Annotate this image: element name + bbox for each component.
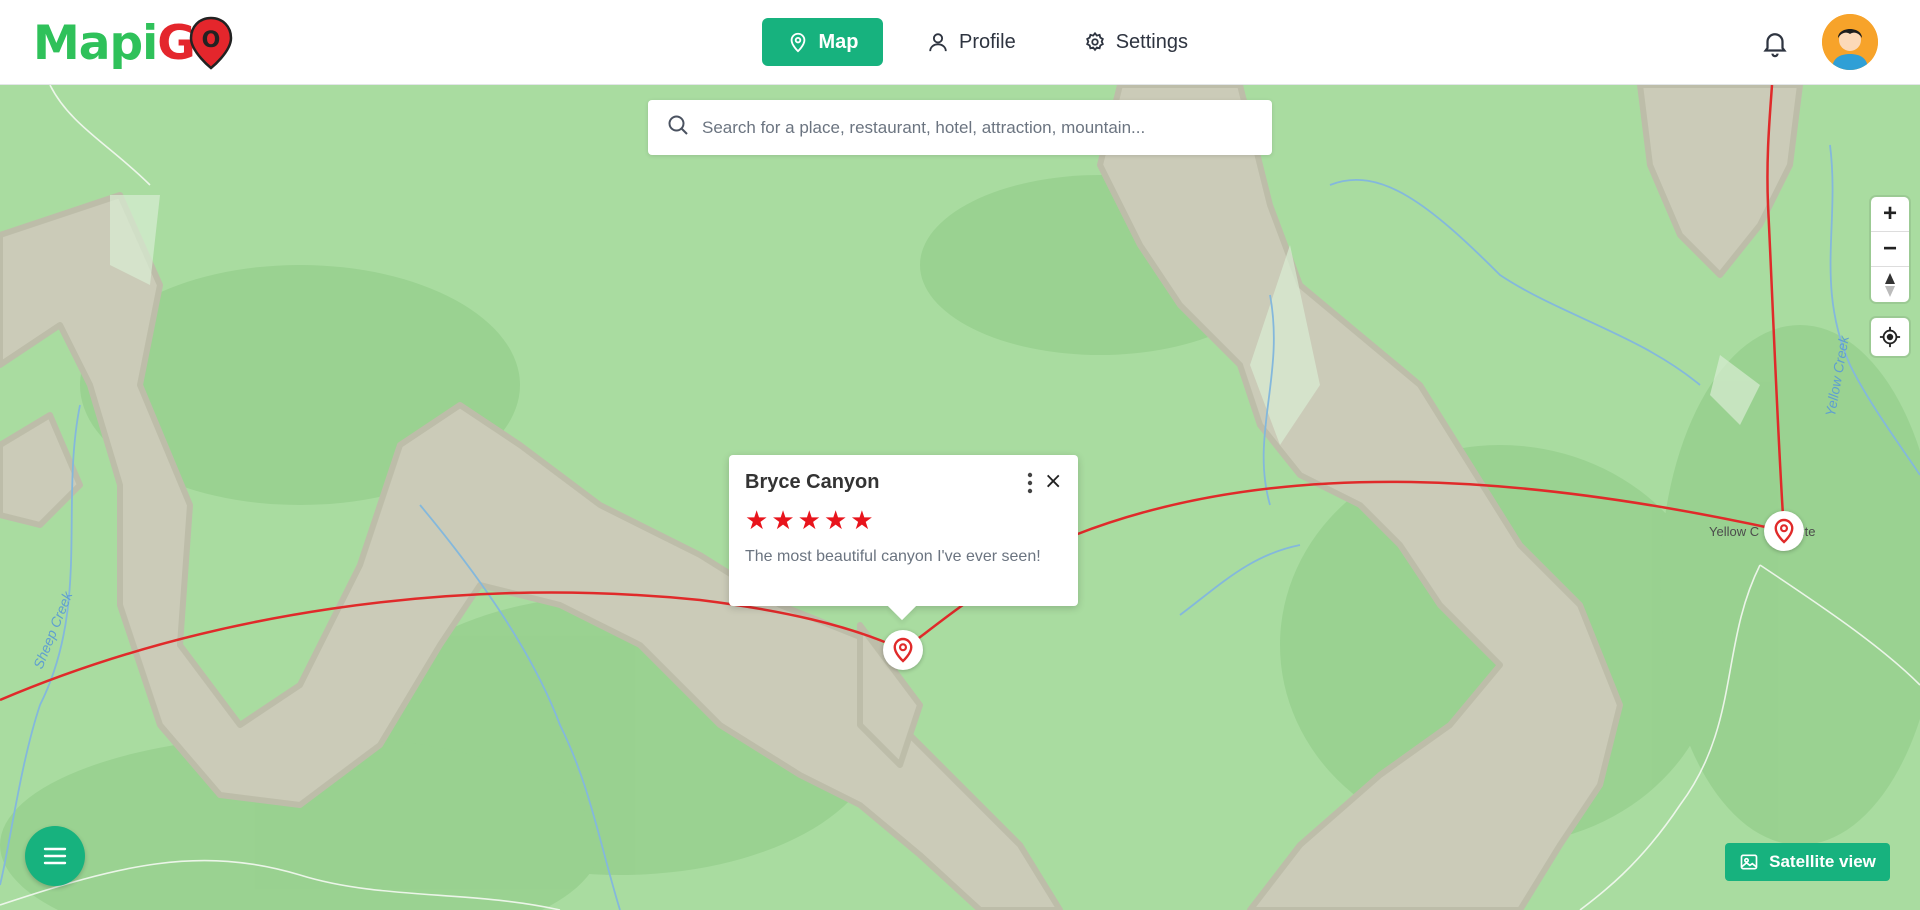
top-navigation-bar: Mapi G O Map Profile Settings: [0, 0, 1920, 85]
satellite-view-label: Satellite view: [1769, 852, 1876, 871]
star-icon: ★: [823, 506, 848, 536]
more-options-icon[interactable]: [1023, 471, 1037, 495]
zoom-out-button[interactable]: −: [1871, 232, 1909, 267]
nav-profile[interactable]: Profile: [903, 18, 1040, 66]
star-rating: ★ ★ ★ ★ ★: [745, 508, 1062, 534]
user-avatar[interactable]: [1822, 14, 1878, 70]
logo-pin-letter: O: [201, 28, 220, 53]
star-icon: ★: [771, 506, 795, 536]
review-text: The most beautiful canyon I've ever seen…: [745, 548, 1041, 565]
map-pin-icon: [787, 31, 809, 53]
close-icon[interactable]: ×: [1044, 469, 1062, 494]
user-icon: [927, 31, 949, 53]
logo-text: Mapi: [33, 15, 158, 71]
zoom-in-button[interactable]: +: [1871, 197, 1909, 232]
locate-icon: [1879, 326, 1901, 348]
nav-settings[interactable]: Settings: [1060, 18, 1212, 66]
mapigo-logo[interactable]: Mapi G O: [33, 14, 233, 72]
notifications-bell-icon[interactable]: [1760, 28, 1790, 58]
logo-pin-icon: O: [189, 16, 233, 70]
nav-profile-label: Profile: [959, 30, 1016, 53]
menu-button[interactable]: [25, 826, 85, 886]
gear-icon: [1084, 31, 1106, 53]
zoom-controls: + −: [1871, 197, 1909, 302]
search-icon: [666, 113, 690, 142]
main-navigation: Map Profile Settings: [762, 18, 1212, 66]
search-input[interactable]: [702, 117, 1262, 138]
hamburger-menu-icon: [43, 847, 67, 865]
place-title: Bryce Canyon: [745, 471, 880, 493]
place-marker-campsite[interactable]: [1764, 511, 1804, 551]
nav-map[interactable]: Map: [762, 18, 883, 66]
place-info-popup: Bryce Canyon × ★ ★ ★ ★ ★ The most beauti…: [729, 455, 1078, 606]
map-pin-icon: [893, 637, 913, 663]
star-icon: ★: [850, 506, 874, 536]
satellite-view-button[interactable]: Satellite view: [1725, 843, 1890, 881]
star-icon: ★: [797, 506, 821, 536]
search-bar[interactable]: [648, 100, 1272, 155]
compass-button[interactable]: [1871, 267, 1909, 302]
place-marker-bryce-canyon[interactable]: [883, 630, 923, 670]
nav-settings-label: Settings: [1115, 30, 1188, 53]
map-pin-icon: [1774, 518, 1794, 544]
star-icon: ★: [745, 506, 769, 536]
nav-map-label: Map: [818, 30, 859, 53]
locate-button[interactable]: [1871, 318, 1909, 356]
image-icon: [1740, 854, 1758, 870]
compass-icon: [1885, 272, 1895, 297]
